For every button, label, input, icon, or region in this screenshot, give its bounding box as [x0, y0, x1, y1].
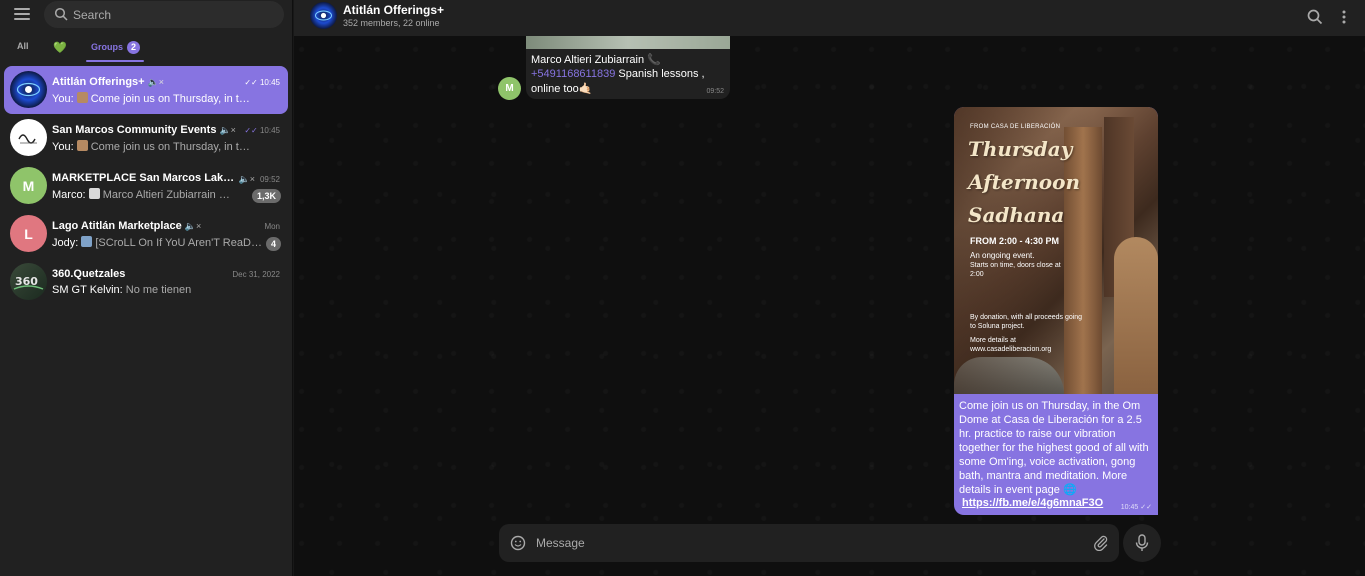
chat-preview: You: Come join us on Thursday, in the Om… [52, 92, 252, 105]
chat-header[interactable]: Atitlán Offerings+ 352 members, 22 onlin… [294, 0, 1365, 36]
poster-title: Afternoon [968, 170, 1081, 194]
group-avatar: L [10, 215, 47, 252]
chat-preview: You: Come join us on Thursday, in the Om… [52, 140, 252, 153]
hamburger-menu-icon[interactable] [14, 8, 30, 22]
read-checkmarks-icon: ✓✓ [1140, 504, 1152, 511]
chat-title: Atitlán Offerings+ 🔈× [52, 76, 165, 88]
muted-icon: 🔈× [184, 221, 202, 231]
chat-title: Lago Atitlán Marketplace 🔈× [52, 220, 202, 232]
poster-text: to Soluna project. [970, 323, 1025, 330]
message-time: 10:45 ✓✓ [1120, 504, 1152, 511]
group-avatar: 360 [10, 263, 47, 300]
event-link[interactable]: https://fb.me/e/4g6mnaF3O [962, 497, 1103, 509]
chat-time: Dec 31, 2022 [232, 270, 280, 279]
chat-preview: Jody: [SCroLL On If YoU Aren'T ReaDy] Wa… [52, 236, 262, 249]
quetzales-logo-icon: 360 [13, 275, 44, 290]
search-icon [54, 7, 68, 21]
chat-time: 🔈× 09:52 [238, 174, 281, 184]
chat-preview: SM GT Kelvin: No me tienen [52, 284, 192, 296]
poster-text: FROM CASA DE LIBERACIÓN [970, 124, 1061, 130]
message-image[interactable] [526, 36, 730, 49]
members-status: 352 members, 22 online [343, 18, 440, 28]
chat-item[interactable]: M MARKETPLACE San Marcos Lake Atitlán 🔈×… [4, 162, 288, 210]
chat-list: Atitlán Offerings+ 🔈× ✓✓ 10:45 You: Come … [4, 66, 288, 306]
sidebar: All 💚 Groups2 Atitlán Offerings+🔈× ✓✓ 10… [0, 0, 293, 576]
more-options-icon[interactable] [1335, 8, 1353, 26]
folder-tab-heart[interactable]: 💚 [53, 41, 67, 54]
chat-preview: Marco: Marco Altieri Zubiarrain 📞+5 [52, 188, 242, 201]
message-text: Come join us on Thursday, in the Om Dome… [959, 400, 1149, 496]
folder-tab-all[interactable]: All [17, 41, 29, 51]
chat-item[interactable]: San Marcos Community Events 🔈× ✓✓ 10:45 Y… [4, 114, 288, 162]
outgoing-message[interactable]: FROM CASA DE LIBERACIÓN Thursday Afterno… [954, 107, 1158, 515]
poster-text: More details at [970, 337, 1016, 344]
chat-title: San Marcos Community Events 🔈× [52, 124, 236, 136]
event-poster-image[interactable]: FROM CASA DE LIBERACIÓN Thursday Afterno… [954, 107, 1158, 394]
message-text: Spanish lessons , [615, 68, 705, 80]
incoming-message[interactable]: Marco Altieri Zubiarrain 📞 +549116861183… [526, 36, 730, 99]
emoji-icon[interactable] [510, 535, 526, 551]
group-avatar [10, 119, 47, 156]
header-avatar[interactable] [310, 2, 337, 29]
sender-avatar[interactable]: M [498, 77, 521, 100]
poster-text: 2:00 [970, 271, 984, 278]
chat-title: MARKETPLACE San Marcos Lake Atitlán [52, 172, 237, 184]
message-text: online too🤙🏻 [531, 83, 593, 95]
muted-icon: 🔈× [219, 125, 236, 135]
photo-thumb-icon [76, 140, 88, 151]
photo-thumb-icon [76, 92, 88, 103]
attach-icon[interactable] [1092, 534, 1109, 551]
chat-item[interactable]: 360 360.Quetzales Dec 31, 2022 SM GT Kel… [4, 258, 288, 306]
chat-title: Atitlán Offerings+ [343, 3, 445, 17]
search-box[interactable] [44, 1, 284, 28]
poster-time: FROM 2:00 - 4:30 PM [970, 236, 1060, 246]
unread-badge: 1,3K [251, 189, 281, 203]
message-time: 09:52 [706, 88, 724, 95]
folder-tab-groups[interactable]: Groups 2 [91, 41, 141, 54]
active-tab-indicator [86, 60, 144, 62]
eye-logo-icon [16, 82, 41, 97]
chat-title: 360.Quetzales [52, 268, 126, 280]
group-avatar [10, 71, 47, 108]
chat-item[interactable]: Atitlán Offerings+ 🔈× ✓✓ 10:45 You: Come … [4, 66, 288, 114]
folder-tabs: All 💚 Groups 2 [0, 36, 293, 64]
phone-link[interactable]: +5491168611839 [531, 68, 615, 80]
poster-text: By donation, with all proceeds going [970, 314, 1083, 321]
search-icon[interactable] [1306, 8, 1324, 26]
photo-thumb-icon [88, 188, 100, 199]
chat-time: Mon [264, 222, 280, 231]
unread-badge: 4 [265, 237, 281, 251]
search-input[interactable] [73, 1, 273, 28]
photo-thumb-icon [81, 236, 93, 247]
events-logo-icon [18, 134, 37, 144]
poster-title: Thursday [968, 137, 1073, 161]
voice-record-button[interactable] [1123, 524, 1161, 562]
message-input[interactable] [536, 524, 1076, 562]
eye-logo-icon [315, 10, 332, 21]
poster-text: Starts on time, doors close at [970, 262, 1061, 269]
group-avatar: M [10, 167, 47, 204]
poster-text: An ongoing event. [970, 251, 1035, 260]
folder-unread-badge: 2 [127, 41, 141, 54]
muted-icon: 🔈× [238, 174, 255, 184]
message-text: Marco Altieri Zubiarrain 📞 [531, 54, 661, 66]
message-composer [499, 524, 1119, 562]
muted-icon: 🔈× [147, 77, 165, 87]
poster-title: Sadhana [968, 203, 1065, 227]
chat-item[interactable]: L Lago Atitlán Marketplace 🔈× Mon Jody: [… [4, 210, 288, 258]
chat-time: ✓✓ 10:45 [244, 126, 280, 135]
chat-pane: Atitlán Offerings+ 352 members, 22 onlin… [294, 0, 1365, 576]
chat-time: ✓✓ 10:45 [244, 78, 280, 87]
poster-text: www.casadeliberacion.org [970, 346, 1052, 353]
microphone-icon [1135, 534, 1149, 551]
